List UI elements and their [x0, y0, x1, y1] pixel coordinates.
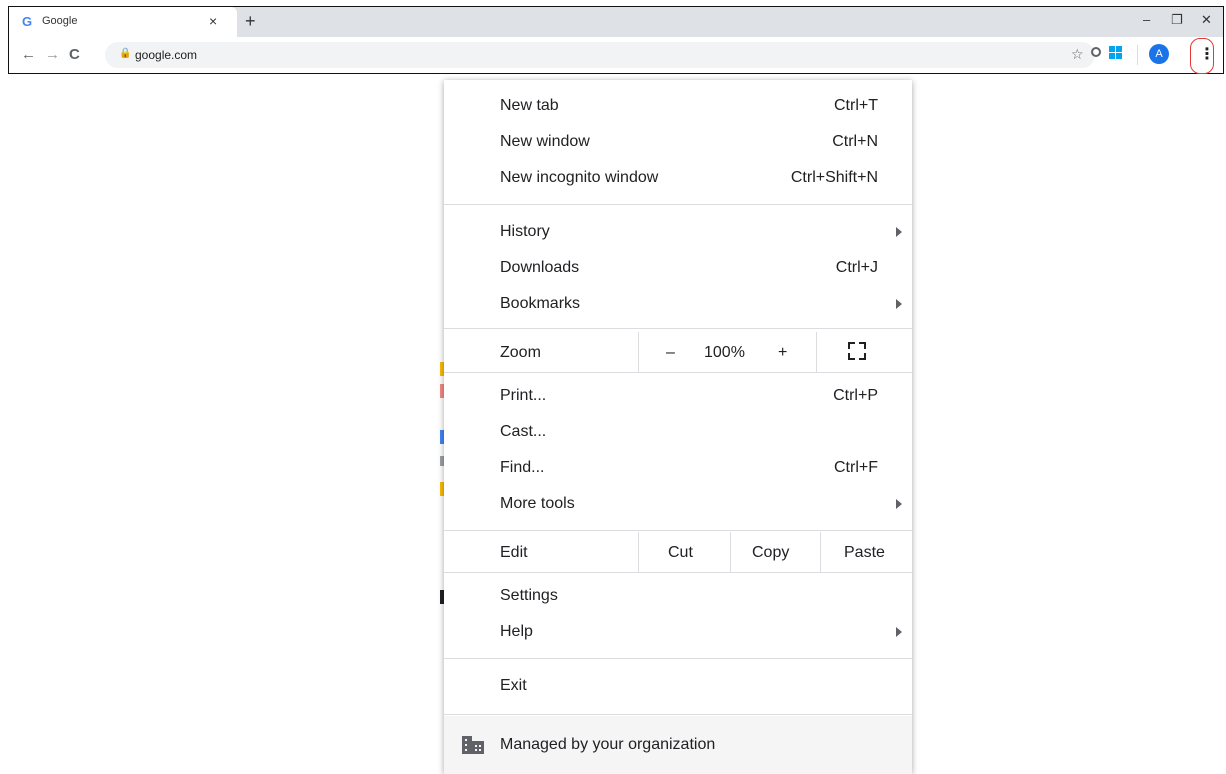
menu-shortcut: Ctrl+J [835, 259, 878, 276]
menu-item-new-window[interactable]: New window Ctrl+N [444, 124, 912, 160]
submenu-arrow-icon [896, 299, 902, 309]
edit-divider [638, 532, 639, 572]
edit-row: Edit Cut Copy Paste [444, 532, 912, 572]
bookmark-star-icon[interactable]: ☆ [1071, 46, 1084, 63]
zoom-in-button[interactable]: + [778, 344, 787, 362]
menu-label: Find... [500, 459, 545, 476]
toolbar: ← → C 🔒 google.com ☆ A ⋮ [9, 37, 1223, 73]
menu-item-more-tools[interactable]: More tools [444, 486, 912, 522]
edit-divider [730, 532, 731, 572]
zoom-row: Zoom – 100% + [444, 332, 912, 372]
menu-item-find[interactable]: Find... Ctrl+F [444, 450, 912, 486]
edit-divider [820, 532, 821, 572]
menu-shortcut: Ctrl+F [834, 459, 878, 476]
menu-item-new-tab[interactable]: New tab Ctrl+T [444, 88, 912, 124]
zoom-divider [638, 332, 639, 372]
menu-label: History [500, 223, 550, 240]
tab-google[interactable]: G Google × [9, 7, 237, 37]
building-icon [462, 736, 484, 754]
toolbar-separator [1137, 45, 1138, 65]
edit-label: Edit [500, 544, 528, 561]
zoom-label: Zoom [500, 344, 541, 361]
menu-label: Exit [500, 677, 527, 694]
menu-label: Help [500, 623, 533, 640]
submenu-arrow-icon [896, 627, 902, 637]
google-favicon-icon: G [22, 14, 33, 29]
menu-divider [444, 204, 912, 205]
menu-divider [444, 572, 912, 573]
menu-label: More tools [500, 495, 575, 512]
tab-close-icon[interactable]: × [209, 13, 217, 29]
menu-label: Downloads [500, 259, 580, 276]
minimize-button[interactable]: – [1143, 12, 1150, 27]
profile-avatar[interactable]: A [1149, 44, 1169, 64]
forward-button[interactable]: → [45, 46, 60, 63]
tab-title: Google [42, 15, 78, 27]
lock-icon: 🔒 [119, 48, 132, 59]
browser-chrome: G Google × + – ❐ ✕ ← → C 🔒 google.com ☆ … [8, 6, 1224, 74]
menu-item-print[interactable]: Print... Ctrl+P [444, 378, 912, 414]
paste-button[interactable]: Paste [844, 544, 885, 562]
cut-button[interactable]: Cut [668, 544, 693, 562]
menu-item-help[interactable]: Help [444, 614, 912, 650]
window-close-button[interactable]: ✕ [1201, 12, 1212, 28]
menu-shortcut: Ctrl+T [834, 97, 878, 114]
menu-label: New tab [500, 97, 559, 114]
managed-label: Managed by your organization [500, 736, 716, 753]
url-text[interactable]: google.com [135, 48, 197, 62]
highlight-annotation [1190, 38, 1214, 74]
menu-divider [444, 530, 912, 531]
menu-divider [444, 714, 912, 715]
menu-label: Settings [500, 587, 558, 604]
back-button[interactable]: ← [21, 46, 36, 63]
menu-divider [444, 372, 912, 373]
fullscreen-icon[interactable] [848, 342, 866, 360]
zoom-level: 100% [704, 344, 745, 361]
submenu-arrow-icon [896, 227, 902, 237]
menu-label: Bookmarks [500, 295, 581, 312]
chrome-menu: New tab Ctrl+T New window Ctrl+N New inc… [444, 80, 912, 774]
new-tab-button[interactable]: + [245, 11, 256, 32]
menu-item-settings[interactable]: Settings [444, 578, 912, 614]
submenu-arrow-icon [896, 499, 902, 509]
address-bar[interactable]: 🔒 google.com ☆ [105, 42, 1095, 68]
menu-divider [444, 328, 912, 329]
extension-circle-icon[interactable] [1091, 47, 1101, 57]
zoom-out-button[interactable]: – [666, 344, 675, 362]
restore-button[interactable]: ❐ [1171, 12, 1183, 28]
menu-shortcut: Ctrl+Shift+N [790, 169, 878, 186]
menu-item-bookmarks[interactable]: Bookmarks [444, 286, 912, 322]
menu-label: New incognito window [500, 169, 659, 186]
reload-button[interactable]: C [69, 46, 80, 63]
menu-item-new-incognito-window[interactable]: New incognito window Ctrl+Shift+N [444, 160, 912, 196]
menu-label: Cast... [500, 423, 547, 440]
menu-divider [444, 658, 912, 659]
copy-button[interactable]: Copy [752, 544, 789, 562]
tab-strip: G Google × + – ❐ ✕ [9, 7, 1223, 37]
zoom-divider [816, 332, 817, 372]
menu-shortcut: Ctrl+N [832, 133, 878, 150]
menu-label: Print... [500, 387, 547, 404]
menu-item-history[interactable]: History [444, 214, 912, 250]
menu-item-downloads[interactable]: Downloads Ctrl+J [444, 250, 912, 286]
menu-item-exit[interactable]: Exit [444, 668, 912, 704]
menu-shortcut: Ctrl+P [833, 387, 878, 404]
windows-extension-icon[interactable] [1109, 46, 1123, 60]
menu-item-cast[interactable]: Cast... [444, 414, 912, 450]
menu-label: New window [500, 133, 590, 150]
managed-footer[interactable]: Managed by your organization [444, 716, 912, 774]
